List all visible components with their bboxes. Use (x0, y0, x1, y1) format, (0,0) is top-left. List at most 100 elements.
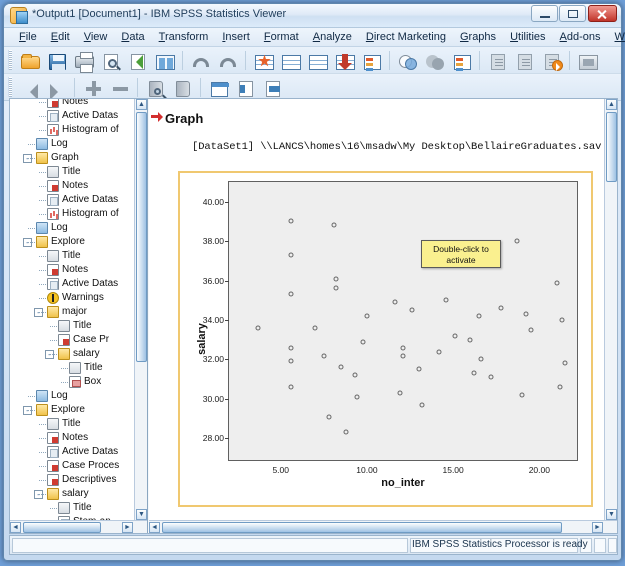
output-hscroll-thumb[interactable] (162, 522, 562, 533)
toolbar-grip[interactable] (8, 77, 12, 97)
outline-node[interactable]: Log (10, 389, 134, 403)
menu-item-add-ons[interactable]: Add-ons (553, 30, 608, 44)
outline-node[interactable]: - salary (10, 347, 134, 361)
minimize-button[interactable] (531, 5, 558, 22)
promote-icon[interactable] (80, 76, 105, 99)
output-scroll-down-button[interactable]: ▼ (606, 509, 617, 520)
menu-item-transform[interactable]: Transform (152, 30, 216, 44)
outline-horizontal-scrollbar[interactable]: ◄ ► (10, 520, 147, 533)
show-all-icon[interactable] (512, 49, 537, 72)
outline-node[interactable]: - Graph (10, 151, 134, 165)
variables-icon[interactable] (278, 49, 303, 72)
output-scroll-up-button[interactable]: ▲ (606, 99, 617, 110)
outline-node[interactable]: Notes (10, 263, 134, 277)
forward-arrow-icon[interactable] (44, 76, 69, 100)
menu-item-view[interactable]: View (77, 30, 115, 44)
outline-pane[interactable]: Notes Active Datas Histogram of Log - Graph Ti… (10, 99, 148, 533)
outline-node[interactable]: Log (10, 137, 134, 151)
print-icon[interactable] (71, 49, 96, 73)
outline-node[interactable]: Active Datas (10, 193, 134, 207)
menu-item-graphs[interactable]: Graphs (453, 30, 503, 44)
outline-node[interactable]: Active Datas (10, 277, 134, 291)
outline-hscroll-thumb[interactable] (23, 522, 101, 533)
outline-node[interactable]: - Explore (10, 235, 134, 249)
outline-node[interactable]: Title (10, 165, 134, 179)
close-button[interactable] (588, 5, 617, 22)
insert-cases-icon[interactable] (332, 49, 357, 72)
status-cell-c (608, 538, 617, 553)
menu-item-utilities[interactable]: Utilities (503, 30, 552, 44)
scatterplot-object[interactable]: salary 28.00 30.00 32.00 34.00 36.00 38.00 40.… (178, 171, 593, 507)
outline-node[interactable]: Title (10, 361, 134, 375)
outline-scroll-up-button[interactable]: ▲ (136, 99, 147, 110)
outline-node[interactable]: - salary (10, 487, 134, 501)
menu-item-analyze[interactable]: Analyze (306, 30, 359, 44)
outline-node[interactable]: Case Pr (10, 333, 134, 347)
menu-item-window[interactable]: Window (608, 30, 625, 44)
outline-node[interactable]: Active Datas (10, 109, 134, 123)
expand-icon[interactable] (170, 76, 195, 99)
show-hide-icon[interactable] (206, 76, 231, 99)
collapse-icon[interactable] (143, 76, 168, 99)
toolbar-grip[interactable] (8, 50, 12, 70)
menu-item-insert[interactable]: Insert (215, 30, 257, 44)
outline-vscroll-thumb[interactable] (136, 112, 147, 362)
redo-icon[interactable] (215, 49, 240, 72)
split-file-icon[interactable] (359, 49, 384, 72)
use-sets-icon[interactable] (485, 49, 510, 72)
outline-node[interactable]: - Explore (10, 403, 134, 417)
output-pane[interactable]: Graph [DataSet1] \\LANCS\homes\16\msadw\… (149, 99, 617, 533)
outline-node[interactable]: Notes (10, 99, 134, 109)
toolbar-separator (389, 50, 390, 70)
output-horizontal-scrollbar[interactable]: ◄ ► (149, 520, 617, 533)
undo-icon[interactable] (188, 49, 213, 72)
outline-node[interactable]: Notes (10, 431, 134, 445)
outline-node[interactable]: - major (10, 305, 134, 319)
outline-node[interactable]: Warnings (10, 291, 134, 305)
output-vertical-scrollbar[interactable]: ▲ ▼ (604, 99, 617, 520)
output-scroll-left-button[interactable]: ◄ (149, 522, 160, 533)
outline-scroll-right-button[interactable]: ► (122, 522, 133, 533)
outline-node[interactable]: Active Datas (10, 445, 134, 459)
outline-node[interactable]: Notes (10, 179, 134, 193)
select-cases-icon[interactable] (395, 49, 420, 72)
outline-scroll-down-button[interactable]: ▼ (136, 509, 147, 520)
maximize-button[interactable] (559, 5, 586, 22)
export-icon[interactable] (125, 49, 150, 72)
scatter-point (326, 414, 332, 420)
demote-icon[interactable] (107, 76, 132, 99)
menu-item-format[interactable]: Format (257, 30, 306, 44)
goto-data-icon[interactable] (305, 49, 330, 72)
menu-item-data[interactable]: Data (114, 30, 151, 44)
outline-node[interactable]: Title (10, 501, 134, 515)
save-icon[interactable] (44, 49, 69, 72)
outline-node[interactable]: Title (10, 319, 134, 333)
outline-node[interactable]: Histogram of (10, 123, 134, 137)
weight-cases-icon[interactable] (422, 49, 447, 72)
spell-check-icon[interactable] (575, 49, 600, 72)
outline-node[interactable]: Case Proces (10, 459, 134, 473)
goto-case-icon[interactable] (251, 49, 276, 72)
insert-page-break-icon[interactable] (233, 76, 258, 99)
outline-scroll-left-button[interactable]: ◄ (10, 522, 21, 533)
insert-text-icon[interactable] (260, 76, 285, 99)
outline-node[interactable]: Box (10, 375, 134, 389)
print-preview-icon[interactable] (98, 49, 123, 72)
output-scroll-right-button[interactable]: ► (592, 522, 603, 533)
back-arrow-icon[interactable] (17, 76, 42, 100)
outline-node[interactable]: Title (10, 249, 134, 263)
output-vscroll-thumb[interactable] (606, 112, 617, 182)
outline-node[interactable]: Histogram of (10, 207, 134, 221)
open-folder-icon[interactable] (17, 49, 42, 72)
menu-item-direct-marketing[interactable]: Direct Marketing (359, 30, 453, 44)
menu-item-edit[interactable]: Edit (44, 30, 77, 44)
outline-node[interactable]: Title (10, 417, 134, 431)
menu-item-file[interactable]: File (12, 30, 44, 44)
outline-node[interactable]: Descriptives (10, 473, 134, 487)
outline-node[interactable]: Log (10, 221, 134, 235)
value-labels-icon[interactable] (449, 49, 474, 72)
dialog-recall-icon[interactable] (152, 49, 177, 72)
scatter-point (443, 297, 449, 303)
run-icon[interactable] (539, 49, 564, 72)
outline-vertical-scrollbar[interactable]: ▲ ▼ (134, 99, 147, 520)
